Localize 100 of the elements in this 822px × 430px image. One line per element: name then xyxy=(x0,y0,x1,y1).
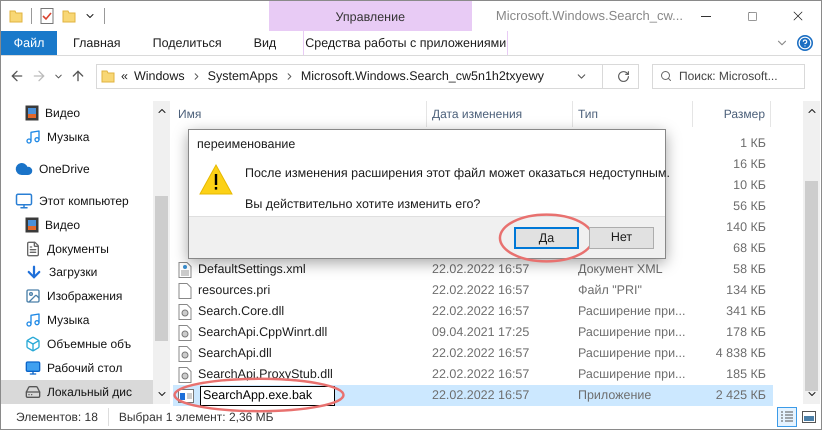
sidebar-item[interactable]: Загрузки xyxy=(1,260,153,284)
download-arrow-icon xyxy=(25,263,43,282)
sidebar-item[interactable]: Видео xyxy=(1,101,153,125)
ribbon-tab[interactable]: Поделиться xyxy=(136,31,238,55)
dialog-button[interactable]: Нет xyxy=(589,226,654,248)
sidebar-label: Локальный дис xyxy=(47,384,132,402)
warning-icon xyxy=(199,164,233,195)
sidebar-label: Рабочий стол xyxy=(47,360,122,378)
overflow-chevron[interactable]: « xyxy=(121,66,128,86)
dialog-question: Вы действительно хотите изменить его? xyxy=(245,196,482,213)
sidebar-item[interactable]: Музыка xyxy=(1,308,153,332)
sidebar-item[interactable]: Этот компьютер xyxy=(1,188,153,213)
file-row[interactable]: resources.pri 22.02.2022 16:57 Файл "PRI" 134 КБ xyxy=(173,280,773,301)
file-row[interactable]: SearchApi.CppWinrt.dll 09.04.2021 17:25 Расширение при... 178 КБ xyxy=(173,322,773,343)
column-header[interactable]: Размер xyxy=(693,101,771,127)
size-cell-text: 185 КБ xyxy=(726,366,766,384)
size-cell-text: 341 КБ xyxy=(726,303,766,320)
file-row[interactable]: DefaultSettings.xml 22.02.2022 16:57 Документ XML 58 КБ xyxy=(173,259,773,280)
drive-icon xyxy=(25,384,41,400)
column-header[interactable]: Имя xyxy=(173,101,427,127)
scrollbar[interactable] xyxy=(803,101,820,404)
search-field[interactable]: Поиск: Microsoft... xyxy=(652,64,805,88)
search-icon xyxy=(660,70,672,82)
folder-icon xyxy=(9,9,23,23)
type-cell: Расширение при... xyxy=(578,304,686,318)
sidebar-label: Объемные объ xyxy=(47,336,132,354)
sidebar-label: Видео xyxy=(45,216,80,234)
checkmark-document-icon[interactable] xyxy=(40,8,54,24)
file-icon xyxy=(178,282,192,298)
sidebar-label: Музыка xyxy=(47,312,90,330)
ribbon-tab[interactable]: Вид xyxy=(238,31,292,55)
date-cell: 22.02.2022 16:57 xyxy=(432,283,530,298)
date-cell: 22.02.2022 16:57 xyxy=(432,262,530,276)
file-row[interactable]: SearchApi.ProxyStub.dll 22.02.2022 16:57 Расширение при... 185 КБ xyxy=(173,364,773,385)
context-group-label: Управление xyxy=(336,9,406,26)
window-title: Microsoft.Windows.Search_cw... xyxy=(494,7,683,26)
ribbon-tab[interactable]: Главная xyxy=(57,31,137,55)
scrollbar-thumb[interactable] xyxy=(155,196,168,341)
sidebar-item[interactable]: Изображения xyxy=(1,284,153,308)
date-cell: 22.02.2022 16:57 xyxy=(432,346,530,360)
refresh-icon[interactable] xyxy=(617,70,630,82)
file-name: SearchApi.ProxyStub.dll xyxy=(198,366,333,384)
breadcrumb[interactable]: Microsoft.Windows.Search_cw5n1h2txyewy xyxy=(300,66,544,86)
date-cell: 22.02.2022 16:57 xyxy=(432,388,530,402)
sidebar-item[interactable]: OneDrive xyxy=(1,156,153,181)
sidebar-item[interactable]: Видео xyxy=(1,212,153,237)
picture-icon xyxy=(802,410,816,422)
app-window-icon xyxy=(178,388,194,402)
document-icon xyxy=(25,240,41,257)
monitor-icon xyxy=(15,192,33,210)
breadcrumb[interactable]: Windows xyxy=(134,66,185,86)
type-cell: Расширение при... xyxy=(578,346,686,360)
cube-icon xyxy=(25,336,41,352)
sidebar-item[interactable]: Музыка xyxy=(1,124,153,149)
help-icon[interactable] xyxy=(797,35,813,51)
gear-file-icon xyxy=(178,366,192,382)
size-cell-text: 4 838 КБ xyxy=(716,345,766,362)
file-row[interactable]: SearchApp.exe.bak 22.02.2022 16:57 Приложение 2 425 КБ xyxy=(173,385,773,406)
sidebar-label: Загрузки xyxy=(49,264,98,282)
size-cell-text: 134 КБ xyxy=(726,282,766,300)
scrollbar[interactable] xyxy=(153,101,170,404)
xml-file-icon xyxy=(178,262,192,278)
gear-file-icon xyxy=(178,346,192,362)
sidebar-label: Документы xyxy=(47,240,109,258)
dialog-title: переименование xyxy=(196,136,296,153)
maximize-icon xyxy=(746,10,758,22)
ribbon-tab[interactable]: Файл xyxy=(1,31,57,55)
breadcrumb[interactable]: SystemApps xyxy=(208,66,278,86)
picture-icon xyxy=(25,288,41,304)
sidebar-item[interactable]: Объемные объ xyxy=(1,332,153,356)
column-header[interactable]: Дата изменения xyxy=(427,101,573,127)
sidebar-label: OneDrive xyxy=(39,160,90,178)
gear-file-icon xyxy=(178,324,192,340)
file-row[interactable]: SearchApi.dll 22.02.2022 16:57 Расширение при... 4 838 КБ xyxy=(173,343,773,364)
type-cell: Документ XML xyxy=(578,262,663,276)
date-cell: 22.02.2022 16:57 xyxy=(432,367,530,382)
type-cell: Приложение xyxy=(578,388,652,402)
scrollbar-thumb[interactable] xyxy=(805,181,818,391)
sidebar-label: Музыка xyxy=(47,128,90,146)
size-cell-text: 178 КБ xyxy=(726,324,766,342)
size-cell-text: 2 425 КБ xyxy=(716,387,766,404)
dialog-button[interactable]: Да xyxy=(514,226,579,248)
sidebar-label: Изображения xyxy=(47,288,122,306)
type-cell: Расширение при... xyxy=(578,367,686,382)
column-header[interactable]: Тип xyxy=(573,101,693,127)
music-note-icon xyxy=(25,128,41,145)
size-cell-text: 58 КБ xyxy=(733,261,766,278)
file-name: SearchApi.CppWinrt.dll xyxy=(198,324,328,342)
music-note-icon xyxy=(25,312,41,328)
file-row[interactable]: Search.Core.dll 22.02.2022 16:57 Расширение при... 341 КБ xyxy=(173,301,773,322)
folder-icon xyxy=(101,69,115,83)
sidebar-label: Этот компьютер xyxy=(39,192,129,210)
sidebar-item[interactable]: Локальный дис xyxy=(1,380,153,404)
dialog-message: После изменения расширения этот файл может оказаться недоступным. xyxy=(245,165,670,182)
sidebar-item[interactable]: Документы xyxy=(1,236,153,261)
address-field[interactable]: « Windows SystemApps Microsoft.Windows.Search_cw5n1h2txyewy xyxy=(96,64,639,88)
sidebar-item[interactable]: Рабочий стол xyxy=(1,356,153,380)
rename-field[interactable]: SearchApp.exe.bak xyxy=(200,386,335,406)
details-view-button[interactable] xyxy=(777,406,797,426)
ribbon-tab[interactable]: Средства работы с приложениями xyxy=(303,31,508,55)
